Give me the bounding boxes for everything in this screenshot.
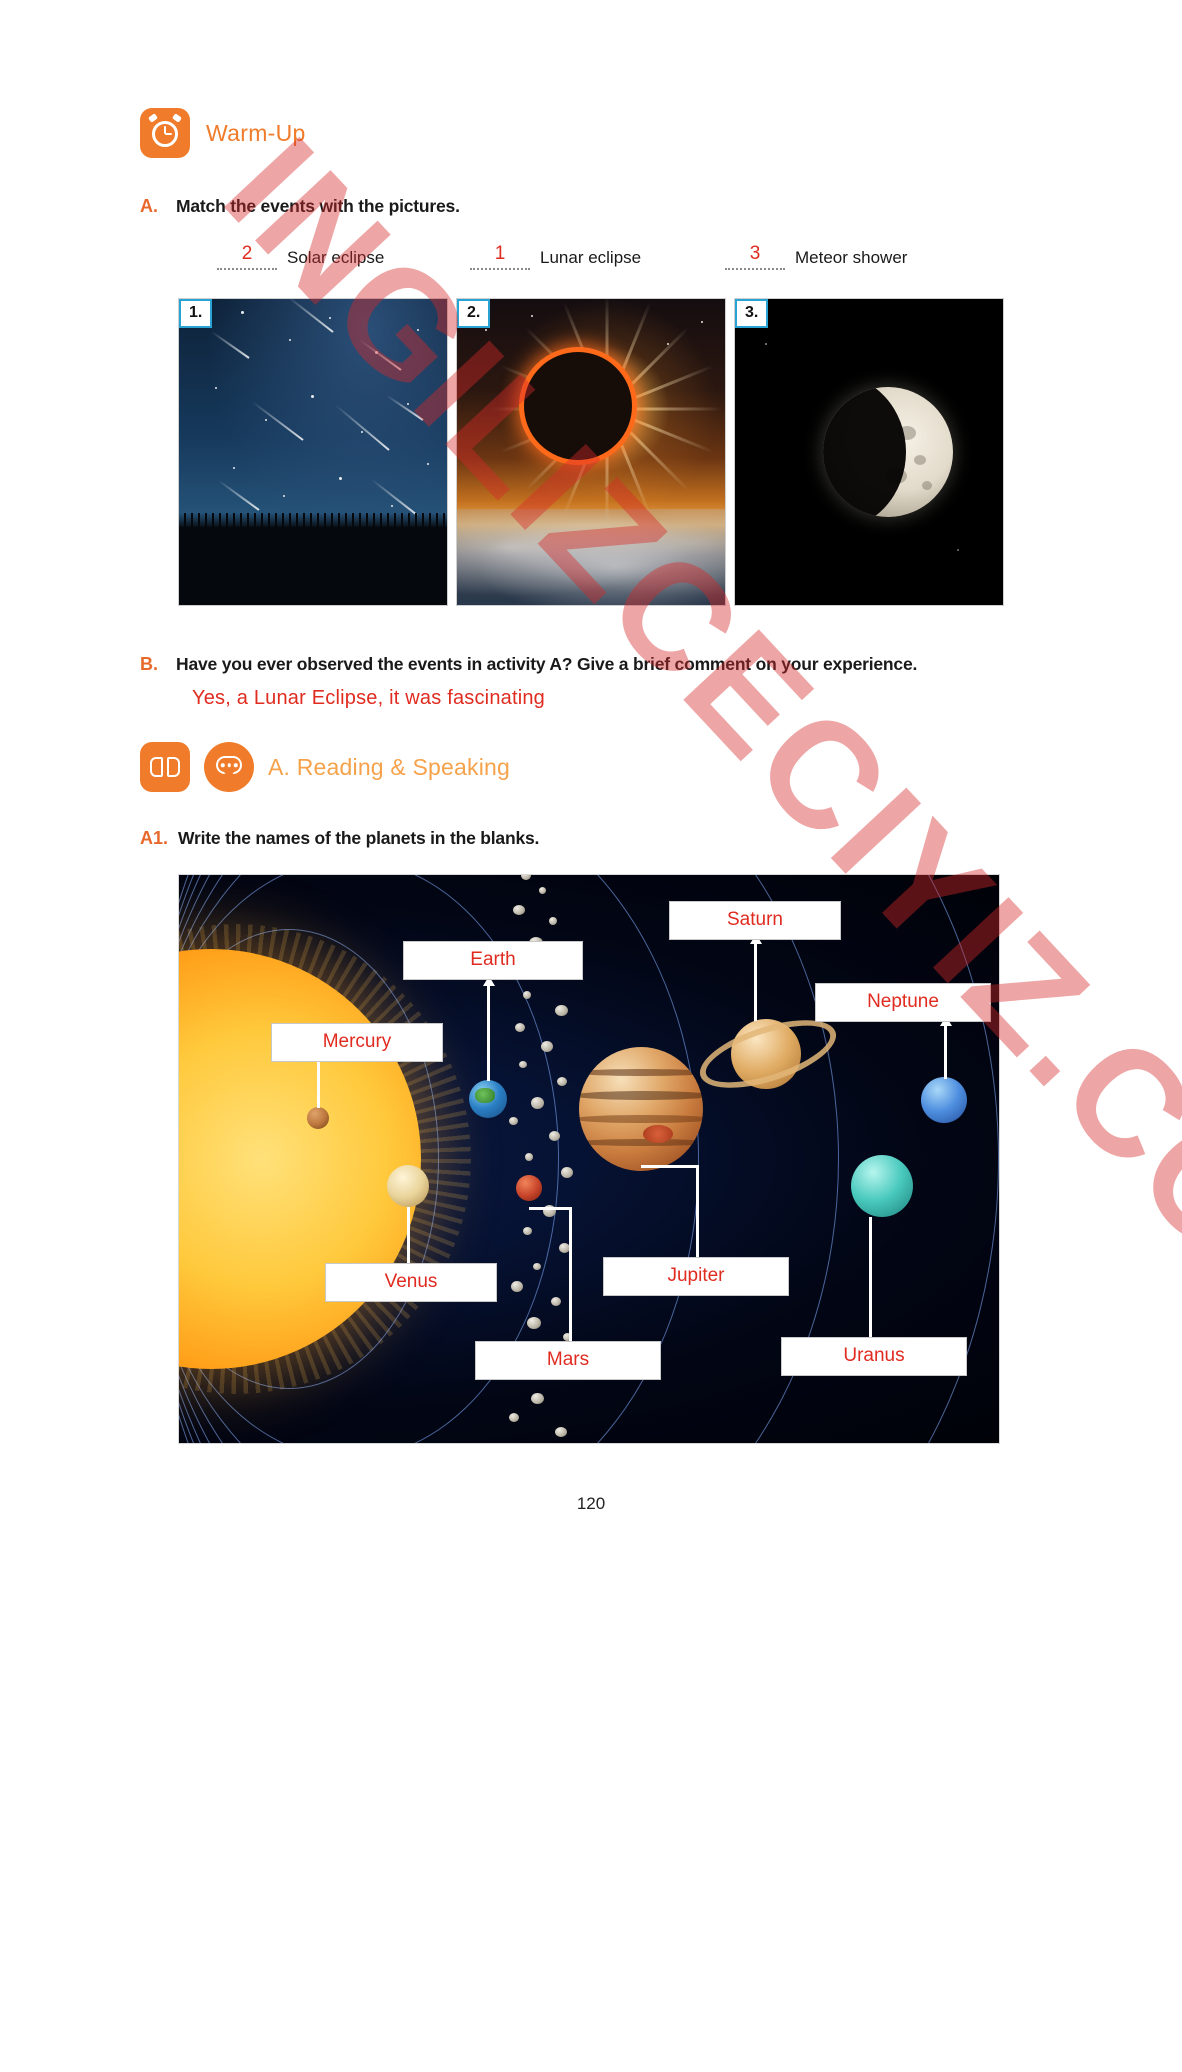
earth-landmass	[475, 1088, 495, 1103]
label-mars[interactable]: Mars	[475, 1341, 661, 1380]
picture-row: 1. 2. 3.	[178, 298, 1008, 608]
label-meteor-shower: Meteor shower	[795, 248, 908, 267]
blank-lunar-eclipse[interactable]: 1	[470, 238, 530, 270]
planet-mars	[516, 1175, 542, 1201]
exercise-a1-instruction: Write the names of the planets in the bl…	[178, 828, 540, 848]
meteor-sky	[179, 299, 447, 605]
picture-3-number: 3.	[735, 299, 769, 328]
alarm-clock-icon	[140, 108, 190, 158]
label-solar-eclipse: Solar eclipse	[287, 248, 385, 267]
answer-meteor-shower: 3	[749, 243, 761, 264]
label-jupiter[interactable]: Jupiter	[603, 1257, 789, 1296]
answer-lunar-eclipse: 1	[494, 243, 506, 264]
solar-eclipse-sky	[457, 299, 725, 605]
picture-1-meteor-shower: 1.	[178, 298, 448, 606]
planet-uranus	[851, 1155, 913, 1217]
match-item-solar-eclipse: 2 Solar eclipse	[217, 238, 384, 270]
exercise-b-answer[interactable]: Yes, a Lunar Eclipse, it was fascinating	[192, 687, 545, 710]
label-uranus[interactable]: Uranus	[781, 1337, 967, 1376]
planet-neptune	[921, 1077, 967, 1123]
label-venus[interactable]: Venus	[325, 1263, 497, 1302]
exercise-b-letter: B.	[140, 654, 158, 674]
picture-2-solar-eclipse: 2.	[456, 298, 726, 606]
label-saturn[interactable]: Saturn	[669, 901, 841, 940]
eclipsed-moon	[822, 387, 953, 517]
exercise-b-instruction: Have you ever observed the events in act…	[176, 654, 918, 674]
jupiter-bands	[579, 1047, 703, 1171]
lunar-eclipse-sky	[735, 299, 1003, 605]
planet-venus	[387, 1165, 429, 1207]
arrow-neptune	[944, 1025, 947, 1079]
worksheet-page: Warm-Up A. Match the events with the pic…	[0, 0, 1182, 1684]
label-neptune[interactable]: Neptune	[815, 983, 991, 1022]
blank-solar-eclipse[interactable]: 2	[217, 238, 277, 270]
warmup-header: Warm-Up	[140, 108, 306, 158]
label-mercury[interactable]: Mercury	[271, 1023, 443, 1062]
reading-speaking-title: A. Reading & Speaking	[268, 753, 511, 780]
picture-1-number: 1.	[179, 299, 213, 328]
arrow-earth	[487, 985, 490, 1081]
arrow-jupiter	[696, 1165, 699, 1259]
match-answers-row: 2 Solar eclipse 1 Lunar eclipse 3 Meteor…	[175, 238, 1035, 284]
arrow-mars	[569, 1207, 572, 1347]
picture-3-lunar-eclipse: 3.	[734, 298, 1004, 606]
reading-speaking-header: A. Reading & Speaking	[140, 742, 510, 792]
picture-2-number: 2.	[457, 299, 491, 328]
exercise-a-instruction: Match the events with the pictures.	[176, 196, 460, 216]
speech-bubble-icon	[204, 742, 254, 792]
planet-mercury	[307, 1107, 329, 1129]
arrow-mercury	[317, 1060, 320, 1108]
elbow-mars-horizontal	[529, 1207, 571, 1210]
exercise-a-letter: A.	[140, 196, 158, 216]
label-earth[interactable]: Earth	[403, 941, 583, 980]
label-lunar-eclipse: Lunar eclipse	[540, 248, 642, 267]
exercise-a1-letter: A1.	[140, 828, 169, 848]
match-item-meteor-shower: 3 Meteor shower	[725, 238, 907, 270]
warmup-title: Warm-Up	[206, 119, 306, 146]
arrow-venus	[407, 1207, 410, 1267]
solar-system-diagram: Mercury Venus Earth Mars Jupiter Saturn …	[178, 874, 1000, 1444]
answer-solar-eclipse: 2	[241, 243, 253, 264]
match-item-lunar-eclipse: 1 Lunar eclipse	[470, 238, 641, 270]
blank-meteor-shower[interactable]: 3	[725, 238, 785, 270]
elbow-jupiter-horizontal	[641, 1165, 699, 1168]
arrow-saturn	[754, 943, 757, 1021]
page-number: 120	[576, 1494, 606, 1513]
open-book-icon	[140, 742, 190, 792]
arrow-uranus	[869, 1217, 872, 1343]
